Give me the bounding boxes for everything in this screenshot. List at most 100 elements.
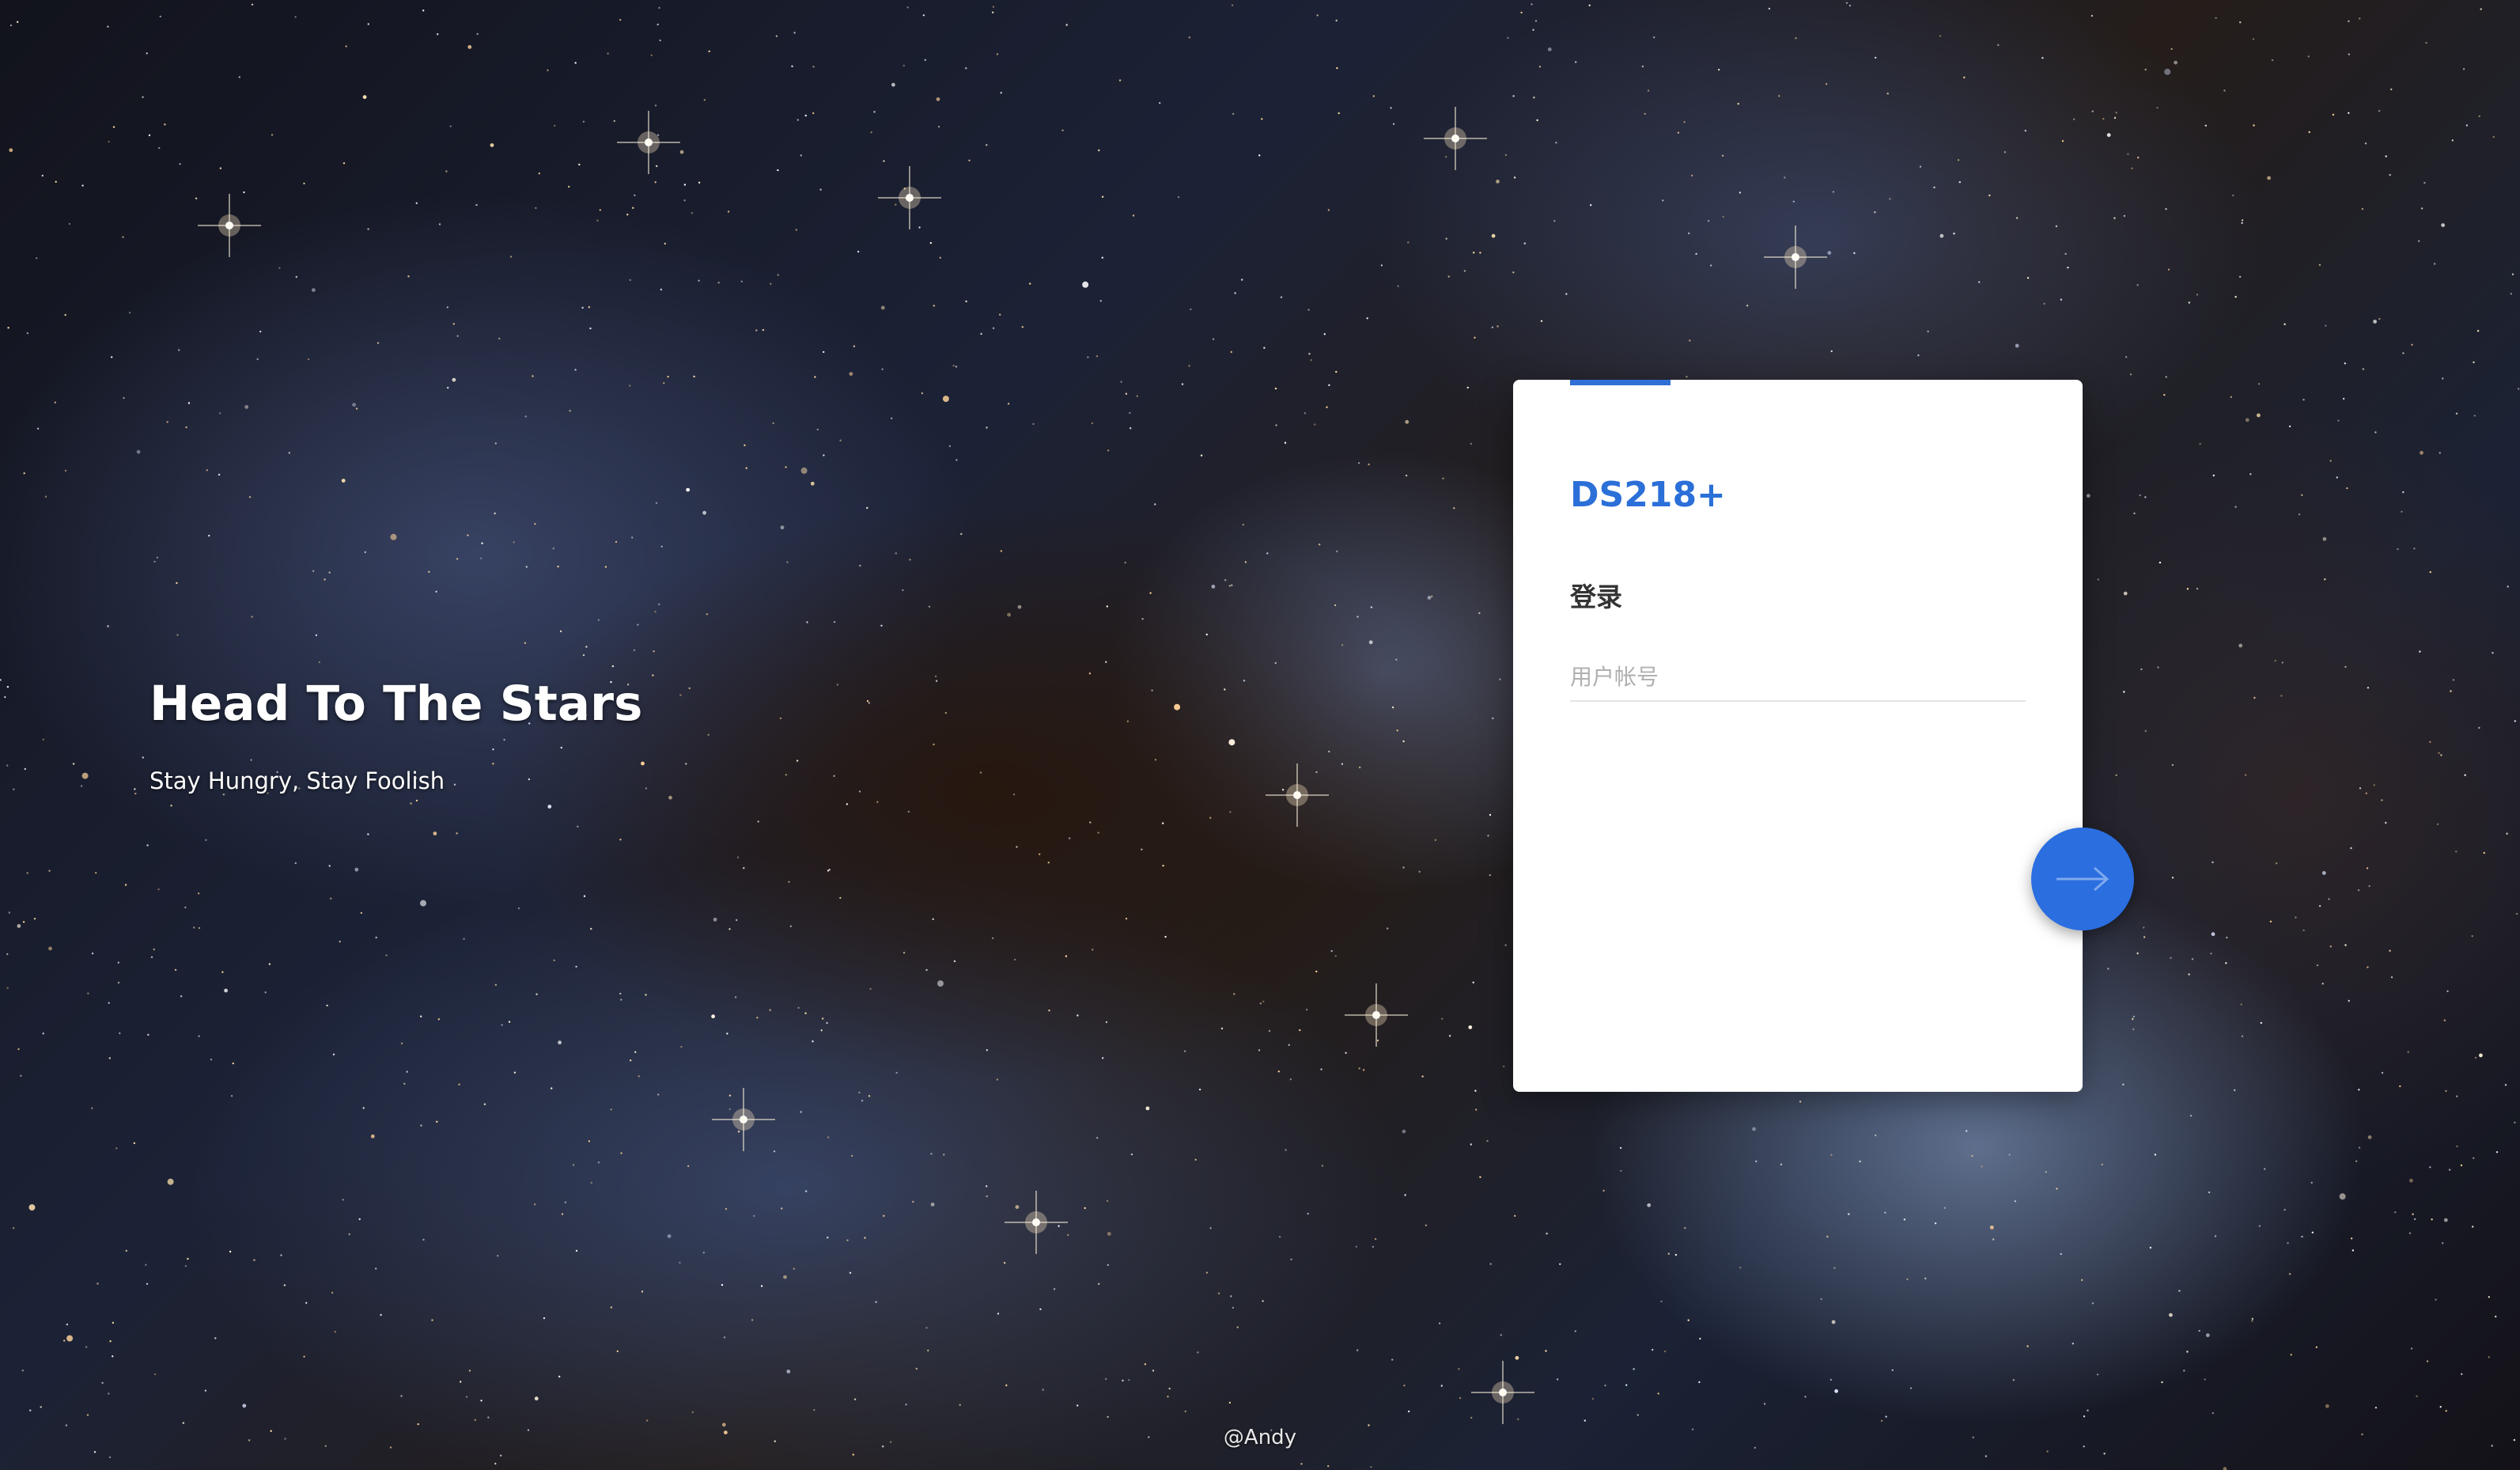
star xyxy=(271,134,274,136)
star xyxy=(1232,112,1235,116)
star xyxy=(1069,837,1071,839)
star xyxy=(986,1195,988,1198)
star xyxy=(1848,1213,1850,1215)
star xyxy=(2211,932,2215,937)
star xyxy=(679,1261,681,1264)
star xyxy=(902,952,906,954)
star xyxy=(1496,180,1500,184)
star xyxy=(1092,949,1094,951)
star xyxy=(2288,1273,2291,1275)
star xyxy=(2234,506,2237,508)
star xyxy=(232,1062,234,1065)
star xyxy=(902,64,906,67)
login-submit-button[interactable] xyxy=(2031,828,2134,930)
star xyxy=(1357,462,1360,464)
star xyxy=(780,525,785,530)
star xyxy=(2129,373,2132,376)
star xyxy=(2337,419,2340,422)
star xyxy=(873,111,876,113)
star xyxy=(195,197,198,199)
star xyxy=(375,1267,377,1270)
star xyxy=(1386,927,1389,930)
star xyxy=(2159,561,2162,564)
star xyxy=(1315,771,1318,774)
star xyxy=(814,376,816,378)
star xyxy=(2358,1146,2361,1149)
star xyxy=(1402,1129,1406,1134)
star xyxy=(1602,1189,1605,1192)
star xyxy=(2208,1191,2211,1194)
star xyxy=(326,1004,328,1007)
star xyxy=(1985,1455,1988,1457)
star xyxy=(2169,1313,2173,1317)
star xyxy=(909,559,911,561)
star xyxy=(2257,383,2261,385)
star xyxy=(219,167,222,169)
star xyxy=(1885,1415,1887,1418)
star xyxy=(2412,1213,2414,1215)
star xyxy=(91,952,94,955)
star xyxy=(955,366,958,368)
star xyxy=(687,1165,690,1168)
star xyxy=(1082,281,1089,288)
star xyxy=(36,427,40,430)
star xyxy=(2253,696,2256,699)
star xyxy=(1341,763,1344,765)
star xyxy=(2435,1298,2437,1301)
star xyxy=(167,1178,174,1185)
star xyxy=(557,565,559,568)
star xyxy=(1934,1222,1937,1225)
username-input[interactable] xyxy=(1570,653,2026,702)
star xyxy=(937,980,944,987)
star xyxy=(968,159,971,161)
star xyxy=(2234,296,2237,298)
star xyxy=(182,1422,185,1424)
star xyxy=(1470,1143,1473,1146)
star xyxy=(1489,1263,1492,1265)
star xyxy=(2041,57,2044,59)
star xyxy=(1184,1410,1187,1413)
star xyxy=(1341,644,1344,646)
star xyxy=(1492,717,1494,720)
star xyxy=(638,1075,640,1078)
star xyxy=(1105,1021,1108,1024)
star xyxy=(930,1153,933,1155)
star xyxy=(2171,877,2174,879)
star xyxy=(2238,275,2242,278)
star xyxy=(248,496,252,498)
star xyxy=(185,426,187,429)
star xyxy=(558,1375,561,1378)
star xyxy=(1266,552,1269,555)
star xyxy=(1366,317,1368,320)
star xyxy=(2510,293,2512,295)
star xyxy=(891,417,893,419)
star xyxy=(1683,121,1686,123)
star xyxy=(936,97,940,101)
star xyxy=(1136,395,1138,397)
star xyxy=(1355,1245,1358,1248)
star xyxy=(1307,1212,1309,1215)
star xyxy=(142,96,144,98)
star xyxy=(812,1040,814,1043)
star xyxy=(463,938,465,940)
star xyxy=(944,711,948,714)
star xyxy=(915,1367,918,1370)
star xyxy=(620,998,622,1001)
star xyxy=(2442,1242,2444,1245)
star xyxy=(1404,1194,1406,1196)
star xyxy=(112,1355,114,1358)
star xyxy=(2385,821,2387,824)
star xyxy=(2288,425,2291,428)
star xyxy=(525,566,528,568)
star xyxy=(547,69,549,72)
star xyxy=(483,1103,486,1105)
star xyxy=(2329,945,2332,948)
star xyxy=(979,771,982,774)
star xyxy=(1677,131,1680,134)
star xyxy=(1370,1466,1372,1468)
star xyxy=(2478,115,2480,118)
star xyxy=(2318,904,2321,907)
star xyxy=(1933,186,1935,189)
star xyxy=(86,1414,89,1416)
star xyxy=(64,313,66,316)
